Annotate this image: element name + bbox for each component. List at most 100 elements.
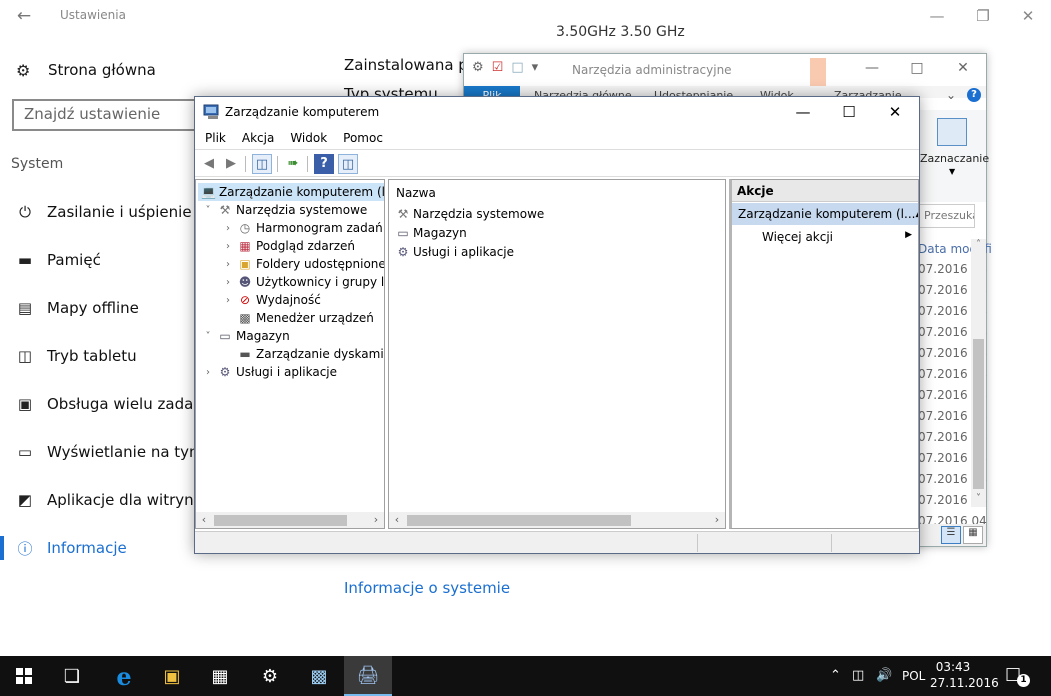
nav-item-tablet[interactable]: ◫ Tryb tabletu xyxy=(0,342,200,370)
explorer-minimize-button[interactable]: — xyxy=(849,60,895,76)
start-button[interactable] xyxy=(0,656,48,696)
file-explorer-button[interactable]: ▣ xyxy=(148,656,196,696)
collapse-up-icon[interactable]: ▲ xyxy=(915,209,918,219)
nav-item-maps[interactable]: ▤ Mapy offline xyxy=(0,294,200,322)
scroll-left-icon[interactable]: ‹ xyxy=(196,512,212,528)
select-icon[interactable] xyxy=(937,118,967,146)
minimize-button[interactable]: — xyxy=(914,4,960,28)
explorer-search-input[interactable]: Przeszukaj: a... xyxy=(919,204,975,228)
tree-root[interactable]: 💻 Zarządzanie komputerem (lokalne) xyxy=(198,183,384,201)
menu-help[interactable]: Pomoc xyxy=(343,127,383,149)
edge-button[interactable]: e xyxy=(100,656,148,696)
task-view-icon: ❏ xyxy=(63,665,81,687)
search-input[interactable]: Znajdź ustawienie xyxy=(12,99,202,131)
explorer-vertical-scrollbar[interactable]: ˄ ˅ xyxy=(971,239,986,507)
toolbar-separator xyxy=(307,156,308,172)
nav-item-storage[interactable]: ▬ Pamięć xyxy=(0,246,200,274)
list-item[interactable]: ⚙ Usługi i aplikacje xyxy=(395,243,514,261)
nav-item-multitask[interactable]: ▣ Obsługa wielu zadań xyxy=(0,390,203,418)
expand-icon[interactable]: › xyxy=(222,295,234,306)
tree-event-viewer[interactable]: › ▦ Podgląd zdarzeń xyxy=(222,237,355,255)
tree-device-manager[interactable]: ▩ Menedżer urządzeń xyxy=(234,309,374,327)
close-button[interactable]: ✕ xyxy=(1005,4,1051,28)
tree-storage[interactable]: ˅ ▭ Magazyn xyxy=(202,327,290,345)
expand-icon[interactable]: › xyxy=(222,277,234,288)
column-header-name[interactable]: Nazwa xyxy=(396,186,436,200)
help-icon[interactable]: ? xyxy=(967,88,981,102)
mmc-maximize-button[interactable]: ☐ xyxy=(826,101,872,123)
scroll-right-icon[interactable]: › xyxy=(368,512,384,528)
show-action-pane-icon[interactable]: ◫ xyxy=(338,154,358,174)
select-dropdown-icon[interactable]: ▼ xyxy=(949,167,955,176)
list-item[interactable]: ⚒ Narzędzia systemowe xyxy=(395,205,545,223)
nav-item-apps-web[interactable]: ◩ Aplikacje dla witryn int xyxy=(0,486,218,514)
back-icon[interactable]: ◀ xyxy=(199,154,219,174)
expand-icon[interactable]: › xyxy=(202,367,214,378)
restore-button[interactable]: ❐ xyxy=(960,4,1006,28)
scroll-right-icon[interactable]: › xyxy=(709,512,725,528)
home-link[interactable]: ⚙ Strona główna xyxy=(16,58,156,82)
action-center-button[interactable]: □ 1 xyxy=(1005,664,1030,688)
system-info-icon: ▩ xyxy=(310,665,328,687)
mmc-close-button[interactable]: ✕ xyxy=(872,101,918,123)
mmc-minimize-button[interactable]: — xyxy=(780,101,826,123)
scroll-up-icon[interactable]: ˄ xyxy=(971,239,986,250)
actions-selected-item[interactable]: Zarządzanie komputerem (l... ▲ xyxy=(732,203,918,225)
tree-shared-folders[interactable]: › ▣ Foldery udostępnione xyxy=(222,255,384,273)
tree-services-apps[interactable]: › ⚙ Usługi i aplikacje xyxy=(202,363,337,381)
clock[interactable]: 03:43 27.11.2016 xyxy=(930,659,999,691)
explorer-close-button[interactable]: ✕ xyxy=(940,60,986,76)
expand-icon[interactable]: › xyxy=(222,223,234,234)
ribbon-expand-icon[interactable]: ⌄ xyxy=(946,88,956,102)
list-horizontal-scrollbar[interactable]: ‹ › xyxy=(389,512,725,528)
scroll-thumb[interactable] xyxy=(214,515,347,526)
back-arrow-icon[interactable]: ← xyxy=(12,4,36,28)
settings-button[interactable]: ⚙ xyxy=(246,656,294,696)
nav-item-info[interactable]: ⓘ Informacje xyxy=(0,534,200,562)
taskbar: ❏ e ▣ ▦ ⚙ ▩ 🖨 ⌃ ◫ 🔊 POL 03:43 27.11.2016… xyxy=(0,656,1051,696)
new-folder-icon[interactable]: □ xyxy=(511,60,523,75)
volume-icon[interactable]: 🔊 xyxy=(876,668,892,683)
expand-icon[interactable]: › xyxy=(222,241,234,252)
collapse-icon[interactable]: ˅ xyxy=(202,205,214,216)
large-icons-view-button[interactable]: ▦ xyxy=(963,526,983,544)
collapse-icon[interactable]: ˅ xyxy=(202,331,214,342)
language-indicator[interactable]: POL xyxy=(902,669,925,683)
tree-performance[interactable]: › ⊘ Wydajność xyxy=(222,291,321,309)
computer-management-button[interactable]: 🖨 xyxy=(344,656,392,696)
show-hidden-icons-icon[interactable]: ⌃ xyxy=(830,668,841,683)
list-item[interactable]: ▭ Magazyn xyxy=(395,224,466,242)
tree-disk-management[interactable]: ▬ Zarządzanie dyskami xyxy=(234,345,383,363)
export-list-icon[interactable]: ➠ xyxy=(283,154,303,174)
chevron-down-icon[interactable]: ▾ xyxy=(532,60,539,75)
menu-file[interactable]: Plik xyxy=(205,127,226,149)
system-info-button[interactable]: ▩ xyxy=(295,656,343,696)
forward-icon[interactable]: ▶ xyxy=(221,154,241,174)
tree-horizontal-scrollbar[interactable]: ‹ › xyxy=(196,512,384,528)
show-tree-icon[interactable]: ◫ xyxy=(252,154,272,174)
select-label[interactable]: Zaznaczanie xyxy=(920,152,989,165)
scroll-down-icon[interactable]: ˅ xyxy=(971,493,986,504)
scroll-left-icon[interactable]: ‹ xyxy=(389,512,405,528)
nav-item-project[interactable]: ▭ Wyświetlanie na tym k xyxy=(0,438,217,466)
help-icon[interactable]: ? xyxy=(314,154,334,174)
expand-icon[interactable]: › xyxy=(222,259,234,270)
task-view-button[interactable]: ❏ xyxy=(48,656,96,696)
tree-task-scheduler[interactable]: › ◷ Harmonogram zadań xyxy=(222,219,383,237)
properties-icon[interactable]: ☑ xyxy=(492,60,504,75)
nav-item-power[interactable]: ⏻ Zasilanie i uśpienie xyxy=(0,198,200,226)
tree-local-users[interactable]: › ☻ Użytkownicy i grupy lokalne xyxy=(222,273,384,291)
scroll-thumb[interactable] xyxy=(407,515,631,526)
network-icon[interactable]: ◫ xyxy=(852,668,864,683)
tree-system-tools[interactable]: ˅ ⚒ Narzędzia systemowe xyxy=(202,201,368,219)
store-button[interactable]: ▦ xyxy=(196,656,244,696)
details-view-button[interactable]: ☰ xyxy=(941,526,961,544)
mmc-toolbar: ◀ ▶ ◫ ➠ ? ◫ xyxy=(195,149,919,177)
menu-view[interactable]: Widok xyxy=(290,127,327,149)
more-actions[interactable]: Więcej akcji ▶ xyxy=(762,230,912,244)
menu-action[interactable]: Akcja xyxy=(242,127,274,149)
scroll-thumb[interactable] xyxy=(973,339,984,489)
system-info-link[interactable]: Informacje o systemie xyxy=(344,579,510,597)
ribbon-select-group: Zaznaczanie ▼ xyxy=(919,110,989,202)
explorer-maximize-button[interactable]: □ xyxy=(894,60,940,76)
